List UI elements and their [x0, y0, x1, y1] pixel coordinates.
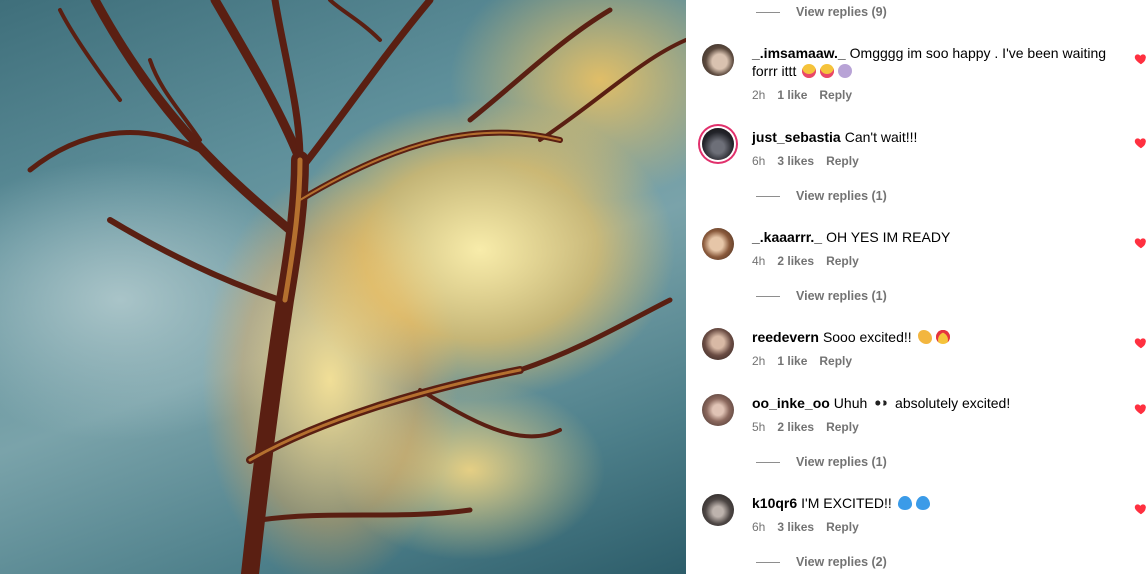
eyes-emoji: [873, 396, 890, 410]
comment-text: k10qr6 I'M EXCITED!!: [752, 494, 1112, 512]
crying-face-emoji: [820, 64, 835, 78]
replies-divider: [756, 195, 780, 197]
heart-icon[interactable]: [1134, 402, 1148, 416]
burning-tree-image: [27, 0, 686, 574]
view-replies-button[interactable]: View replies (1): [756, 452, 887, 472]
heart-icon[interactable]: [1134, 136, 1148, 150]
avatar[interactable]: [702, 228, 734, 260]
comment-body: I'M EXCITED!!: [801, 495, 892, 511]
comment-meta: 4h 2 likes Reply: [752, 254, 859, 268]
view-replies-label: View replies (1): [796, 455, 887, 469]
crying-face-emoji: [802, 64, 817, 78]
comment-body: Can't wait!!!: [844, 129, 918, 145]
comment-likes[interactable]: 3 likes: [777, 520, 814, 534]
avatar[interactable]: [702, 128, 734, 160]
blue-heart-emoji: [915, 496, 930, 510]
avatar[interactable]: [702, 394, 734, 426]
comment-meta: 2h 1 like Reply: [752, 88, 852, 102]
comment-text: reedevern Sooo excited!!: [752, 328, 1112, 346]
comment-time: 5h: [752, 420, 766, 434]
comment-text: oo_inke_oo Uhuh absolutely excited!: [752, 394, 1112, 412]
comment-meta: 6h 3 likes Reply: [752, 154, 859, 168]
comment-meta: 6h 3 likes Reply: [752, 520, 859, 534]
comment-time: 6h: [752, 154, 766, 168]
comment-likes[interactable]: 1 like: [777, 88, 807, 102]
comment-username[interactable]: reedevern: [752, 329, 819, 345]
view-replies-label: View replies (9): [796, 5, 887, 19]
comment-time: 2h: [752, 354, 766, 368]
avatar[interactable]: [702, 494, 734, 526]
comment-username[interactable]: _.kaaarrr._: [752, 229, 822, 245]
comment-time: 2h: [752, 88, 766, 102]
comment-text: just_sebastia Can't wait!!!: [752, 128, 1112, 146]
comment-time: 4h: [752, 254, 766, 268]
reply-button[interactable]: Reply: [819, 354, 852, 368]
replies-divider: [756, 461, 780, 463]
comment-text: _.imsamaaw._ Omgggg im soo happy . I've b…: [752, 44, 1112, 80]
comment-text: _.kaaarrr._ OH YES IM READY: [752, 228, 1112, 246]
heart-icon[interactable]: [1134, 502, 1148, 516]
replies-divider: [756, 11, 780, 13]
replies-divider: [756, 561, 780, 563]
heart-eyes-emoji: [935, 330, 950, 344]
reply-button[interactable]: Reply: [826, 154, 859, 168]
comment-body: Sooo excited!!: [822, 329, 912, 345]
reply-button[interactable]: Reply: [826, 254, 859, 268]
view-replies-label: View replies (1): [796, 289, 887, 303]
comments-panel: View replies (9) _.imsamaaw._ Omgggg im s…: [686, 0, 1148, 574]
blue-heart-emoji: [897, 496, 912, 510]
comment-meta: 5h 2 likes Reply: [752, 420, 859, 434]
comment-body-start: Uhuh: [833, 395, 868, 411]
heart-icon[interactable]: [1134, 336, 1148, 350]
view-replies-button[interactable]: View replies (9): [756, 2, 887, 22]
heart-icon[interactable]: [1134, 52, 1148, 66]
comment-username[interactable]: k10qr6: [752, 495, 797, 511]
comment-username[interactable]: just_sebastia: [752, 129, 841, 145]
avatar[interactable]: [702, 328, 734, 360]
view-replies-button[interactable]: View replies (1): [756, 286, 887, 306]
comment-likes[interactable]: 2 likes: [777, 420, 814, 434]
reply-button[interactable]: Reply: [826, 420, 859, 434]
reply-button[interactable]: Reply: [826, 520, 859, 534]
comment-body: OH YES IM READY: [826, 229, 951, 245]
replies-divider: [756, 295, 780, 297]
view-replies-label: View replies (1): [796, 189, 887, 203]
comment-likes[interactable]: 1 like: [777, 354, 807, 368]
comment-username[interactable]: oo_inke_oo: [752, 395, 830, 411]
view-replies-label: View replies (2): [796, 555, 887, 569]
clapping-hands-emoji: [917, 330, 932, 344]
view-replies-button[interactable]: View replies (1): [756, 186, 887, 206]
comment-time: 6h: [752, 520, 766, 534]
view-replies-button[interactable]: View replies (2): [756, 552, 887, 572]
shell-emoji: [838, 64, 853, 78]
comment-meta: 2h 1 like Reply: [752, 354, 852, 368]
comment-likes[interactable]: 3 likes: [777, 154, 814, 168]
comment-likes[interactable]: 2 likes: [777, 254, 814, 268]
comment-username[interactable]: _.imsamaaw._: [752, 45, 846, 61]
reply-button[interactable]: Reply: [819, 88, 852, 102]
avatar[interactable]: [702, 44, 734, 76]
comment-body-end: absolutely excited!: [895, 395, 1011, 411]
heart-icon[interactable]: [1134, 236, 1148, 250]
post-media[interactable]: [0, 0, 686, 574]
